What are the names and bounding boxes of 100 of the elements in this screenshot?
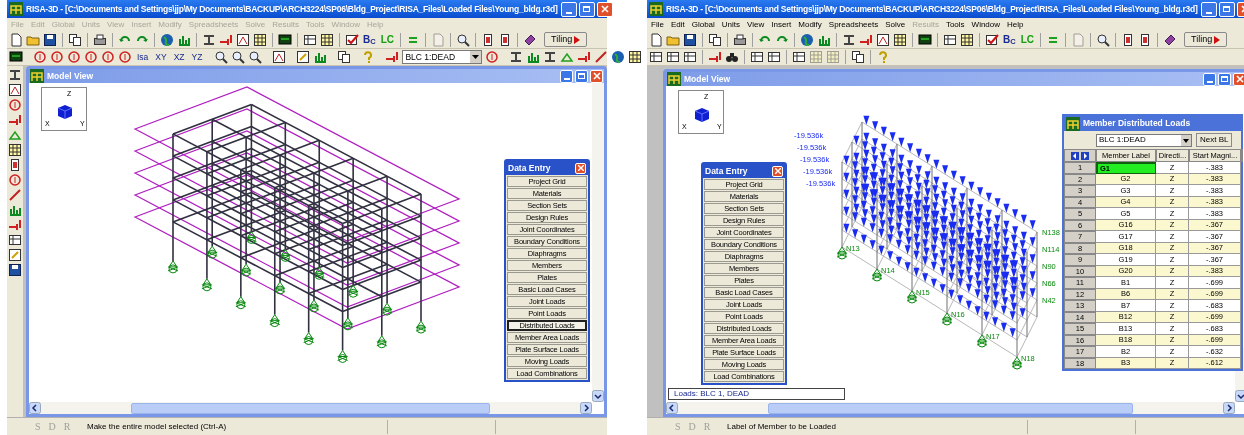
frame-icon[interactable] bbox=[236, 32, 250, 47]
check-icon[interactable] bbox=[985, 32, 999, 47]
book-icon[interactable] bbox=[1163, 32, 1177, 47]
scroll-left-icon[interactable] bbox=[29, 402, 41, 414]
bc-button[interactable]: B$_{C}$ bbox=[362, 34, 377, 45]
magnify-icon[interactable] bbox=[214, 50, 229, 64]
bc-button[interactable]: B$_{C}$ bbox=[1002, 34, 1017, 45]
scroll-left-icon[interactable] bbox=[666, 402, 678, 414]
scroll-right-icon[interactable] bbox=[1081, 151, 1089, 160]
pencil-icon[interactable] bbox=[8, 248, 22, 262]
menu-item[interactable]: Edit bbox=[670, 20, 685, 29]
ibeam-icon[interactable] bbox=[202, 32, 216, 47]
scroll-left-icon[interactable] bbox=[1071, 151, 1079, 160]
table-icon[interactable] bbox=[683, 50, 697, 64]
grid-icon[interactable] bbox=[960, 32, 974, 47]
printer-icon[interactable] bbox=[93, 32, 107, 47]
close-button[interactable] bbox=[772, 165, 783, 177]
menu-item[interactable]: Units bbox=[721, 20, 741, 29]
view-button[interactable]: YZ bbox=[189, 52, 205, 62]
frame-icon[interactable] bbox=[876, 32, 890, 47]
ibeam-icon[interactable] bbox=[842, 32, 856, 47]
document-icon[interactable] bbox=[8, 158, 22, 172]
line-icon[interactable] bbox=[594, 50, 609, 64]
minimize-button[interactable] bbox=[1203, 72, 1216, 86]
scroll-right-icon[interactable] bbox=[580, 402, 592, 414]
close-button[interactable] bbox=[1233, 72, 1244, 86]
restore-button[interactable] bbox=[1218, 72, 1231, 86]
chart-icon[interactable] bbox=[313, 50, 328, 64]
minimize-button[interactable] bbox=[560, 69, 573, 83]
table-icon[interactable] bbox=[767, 50, 781, 64]
load-case-dropdown[interactable]: BLC 1:DEAD bbox=[402, 50, 483, 64]
menu-item[interactable]: Tools bbox=[945, 20, 965, 29]
menu-item[interactable]: Global bbox=[691, 20, 715, 29]
ibeam-icon[interactable] bbox=[8, 68, 22, 82]
monitor-icon[interactable] bbox=[278, 32, 292, 47]
page-icon[interactable] bbox=[649, 32, 663, 47]
printer-icon[interactable] bbox=[733, 32, 747, 47]
scroll-thumb[interactable] bbox=[768, 402, 1133, 414]
close-button[interactable] bbox=[575, 162, 586, 174]
page-icon[interactable] bbox=[9, 32, 23, 47]
horizontal-scrollbar[interactable] bbox=[666, 402, 1235, 414]
table-icon[interactable] bbox=[649, 50, 663, 64]
table-icon[interactable] bbox=[792, 50, 806, 64]
restore-button[interactable] bbox=[578, 1, 595, 17]
grid-icon[interactable] bbox=[8, 143, 22, 157]
copy-icon[interactable] bbox=[851, 50, 865, 64]
magnify-icon[interactable] bbox=[248, 50, 263, 64]
load-case-dropdown[interactable]: BLC 1:DEAD bbox=[1096, 133, 1192, 147]
scroll-down-icon[interactable] bbox=[1235, 390, 1244, 402]
scroll-thumb[interactable] bbox=[131, 402, 490, 414]
menu-item[interactable]: Spreadsheets bbox=[828, 20, 879, 29]
magnify-icon[interactable] bbox=[231, 50, 246, 64]
next-button[interactable]: Next BL bbox=[1196, 133, 1233, 147]
line-icon[interactable] bbox=[8, 188, 22, 202]
monitor-icon[interactable] bbox=[9, 50, 23, 64]
close-button[interactable] bbox=[596, 1, 613, 17]
monitor-icon[interactable] bbox=[918, 32, 932, 47]
document-icon[interactable] bbox=[498, 32, 512, 47]
globe-icon[interactable] bbox=[160, 32, 174, 47]
grid-icon[interactable] bbox=[253, 32, 267, 47]
tiling-button[interactable]: Tiling bbox=[1184, 32, 1228, 47]
menu-item[interactable]: Solve bbox=[885, 20, 906, 29]
table-icon[interactable] bbox=[666, 50, 680, 64]
magnify-icon[interactable] bbox=[456, 32, 470, 47]
globe-icon[interactable] bbox=[800, 32, 814, 47]
menu-item[interactable]: Window bbox=[971, 20, 1001, 29]
menu-item[interactable]: Help bbox=[1007, 20, 1024, 29]
chart-icon[interactable] bbox=[8, 203, 22, 217]
table-icon[interactable] bbox=[943, 32, 957, 47]
restore-button[interactable] bbox=[1218, 1, 1235, 17]
check-icon[interactable] bbox=[345, 32, 359, 47]
minimize-button[interactable] bbox=[560, 1, 577, 17]
book-icon[interactable] bbox=[523, 32, 537, 47]
table-icon[interactable] bbox=[750, 50, 764, 64]
scroll-right-icon[interactable] bbox=[1223, 402, 1235, 414]
restore-button[interactable] bbox=[575, 69, 588, 83]
horizontal-scrollbar[interactable] bbox=[29, 402, 592, 414]
document-icon[interactable] bbox=[1121, 32, 1135, 47]
grid-icon[interactable] bbox=[893, 32, 907, 47]
binoculars-icon[interactable] bbox=[725, 50, 739, 64]
frame-icon[interactable] bbox=[272, 50, 287, 64]
view-button[interactable]: Isa bbox=[135, 52, 151, 62]
menu-item[interactable]: File bbox=[651, 20, 664, 29]
scroll-down-icon[interactable] bbox=[592, 390, 604, 402]
menu-item[interactable]: View bbox=[747, 20, 765, 29]
view-button[interactable]: XY bbox=[153, 52, 169, 62]
table-icon[interactable] bbox=[8, 233, 22, 247]
table-icon[interactable] bbox=[303, 32, 317, 47]
copy-icon[interactable] bbox=[337, 50, 352, 64]
magnify-icon[interactable] bbox=[1096, 32, 1110, 47]
ibeam-icon[interactable] bbox=[543, 50, 558, 64]
grid-icon[interactable] bbox=[628, 50, 643, 64]
menu-item[interactable]: Insert bbox=[771, 20, 792, 29]
chart-icon[interactable] bbox=[526, 50, 541, 64]
ibeam-icon[interactable] bbox=[509, 50, 524, 64]
pencil-icon[interactable] bbox=[296, 50, 311, 64]
menu-item[interactable]: Modify bbox=[798, 20, 822, 29]
view-button[interactable]: XZ bbox=[171, 52, 187, 62]
copy-icon[interactable] bbox=[708, 32, 722, 47]
tiling-button[interactable]: Tiling bbox=[544, 32, 588, 47]
